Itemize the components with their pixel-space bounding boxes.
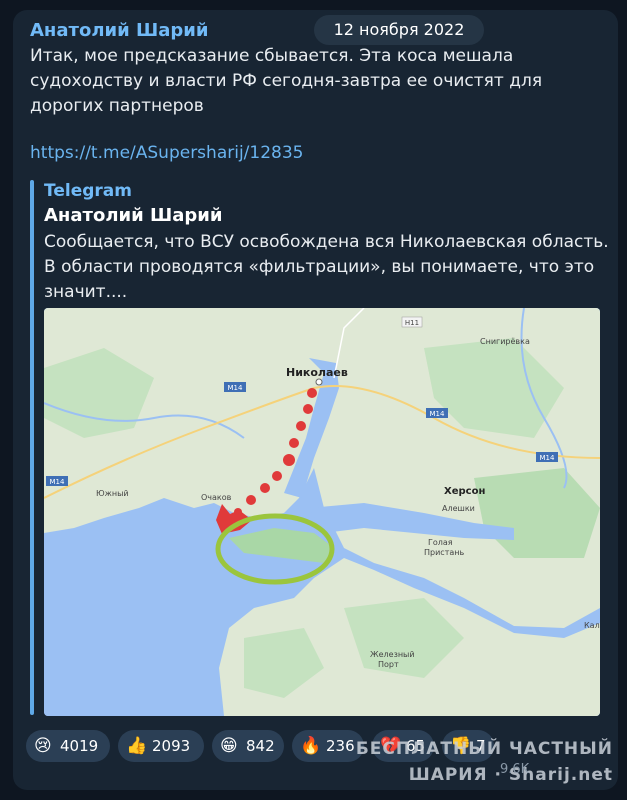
route-dot [307, 388, 317, 398]
watermark-line-1: БЕСПЛАТНЫЙ ЧАСТНЫЙ [355, 739, 613, 759]
watermark: БЕСПЛАТНЫЙ ЧАСТНЫЙ ШАРИЯ · Sharij.net [356, 736, 613, 788]
road-label: M14 [540, 454, 555, 462]
channel-author[interactable]: Анатолий Шарий [30, 20, 208, 41]
fire-icon: 🔥 [300, 736, 322, 756]
road-label: M14 [228, 384, 243, 392]
city-label: Херсон [444, 486, 485, 497]
date-badge: 12 ноября 2022 [314, 15, 484, 45]
city-label: Южный [96, 489, 129, 498]
city-label: Снигирёвка [480, 337, 530, 346]
route-dot [283, 454, 295, 466]
city-label: Алешки [442, 504, 475, 513]
watermark-line-2: ШАРИЯ · Sharij.net [408, 765, 613, 785]
city-label: Очаков [201, 493, 232, 502]
road-label: M14 [430, 410, 445, 418]
views-count: 9.6K [500, 762, 530, 777]
reaction-fire[interactable]: 🔥 236 [292, 730, 364, 762]
route-dot [303, 404, 313, 414]
route-dot [246, 495, 256, 505]
quote-source[interactable]: Telegram [44, 181, 132, 201]
reaction-sad[interactable]: 😢 4019 [26, 730, 110, 762]
city-dot [315, 378, 323, 386]
reaction-count: 2093 [152, 737, 191, 755]
city-label: Николаев [286, 366, 348, 379]
reaction-grin[interactable]: 😁 842 [212, 730, 284, 762]
reaction-count: 236 [326, 737, 355, 755]
message-link[interactable]: https://t.me/ASupersharij/12835 [30, 143, 303, 163]
grin-emoji-icon: 😁 [220, 736, 238, 756]
city-label: Порт [378, 660, 399, 669]
sad-emoji-icon: 😢 [34, 736, 52, 756]
route-dot [260, 483, 270, 493]
route-dot [289, 438, 299, 448]
map-image[interactable]: M14 M14 M14 M14 H11 Николаев Снигирёвка … [44, 308, 600, 716]
city-label: Пристань [424, 548, 464, 557]
reaction-count: 4019 [60, 737, 99, 755]
message-text: Итак, мое предсказание сбывается. Эта ко… [30, 46, 543, 116]
road-label: M14 [50, 478, 65, 486]
city-label: Голая [428, 538, 453, 547]
city-label: Кала [584, 621, 600, 630]
quote-author[interactable]: Анатолий Шарий [44, 205, 222, 226]
quote-bar [30, 180, 34, 715]
thumbs-up-icon: 👍 [126, 736, 148, 756]
quote-text: Сообщается, что ВСУ освобождена вся Нико… [44, 232, 609, 302]
reaction-count: 842 [246, 737, 275, 755]
reaction-thumbs-up[interactable]: 👍 2093 [118, 730, 204, 762]
road-label: H11 [405, 319, 419, 327]
route-dot [296, 421, 306, 431]
city-label: Железный [370, 650, 415, 659]
route-dot [272, 471, 282, 481]
